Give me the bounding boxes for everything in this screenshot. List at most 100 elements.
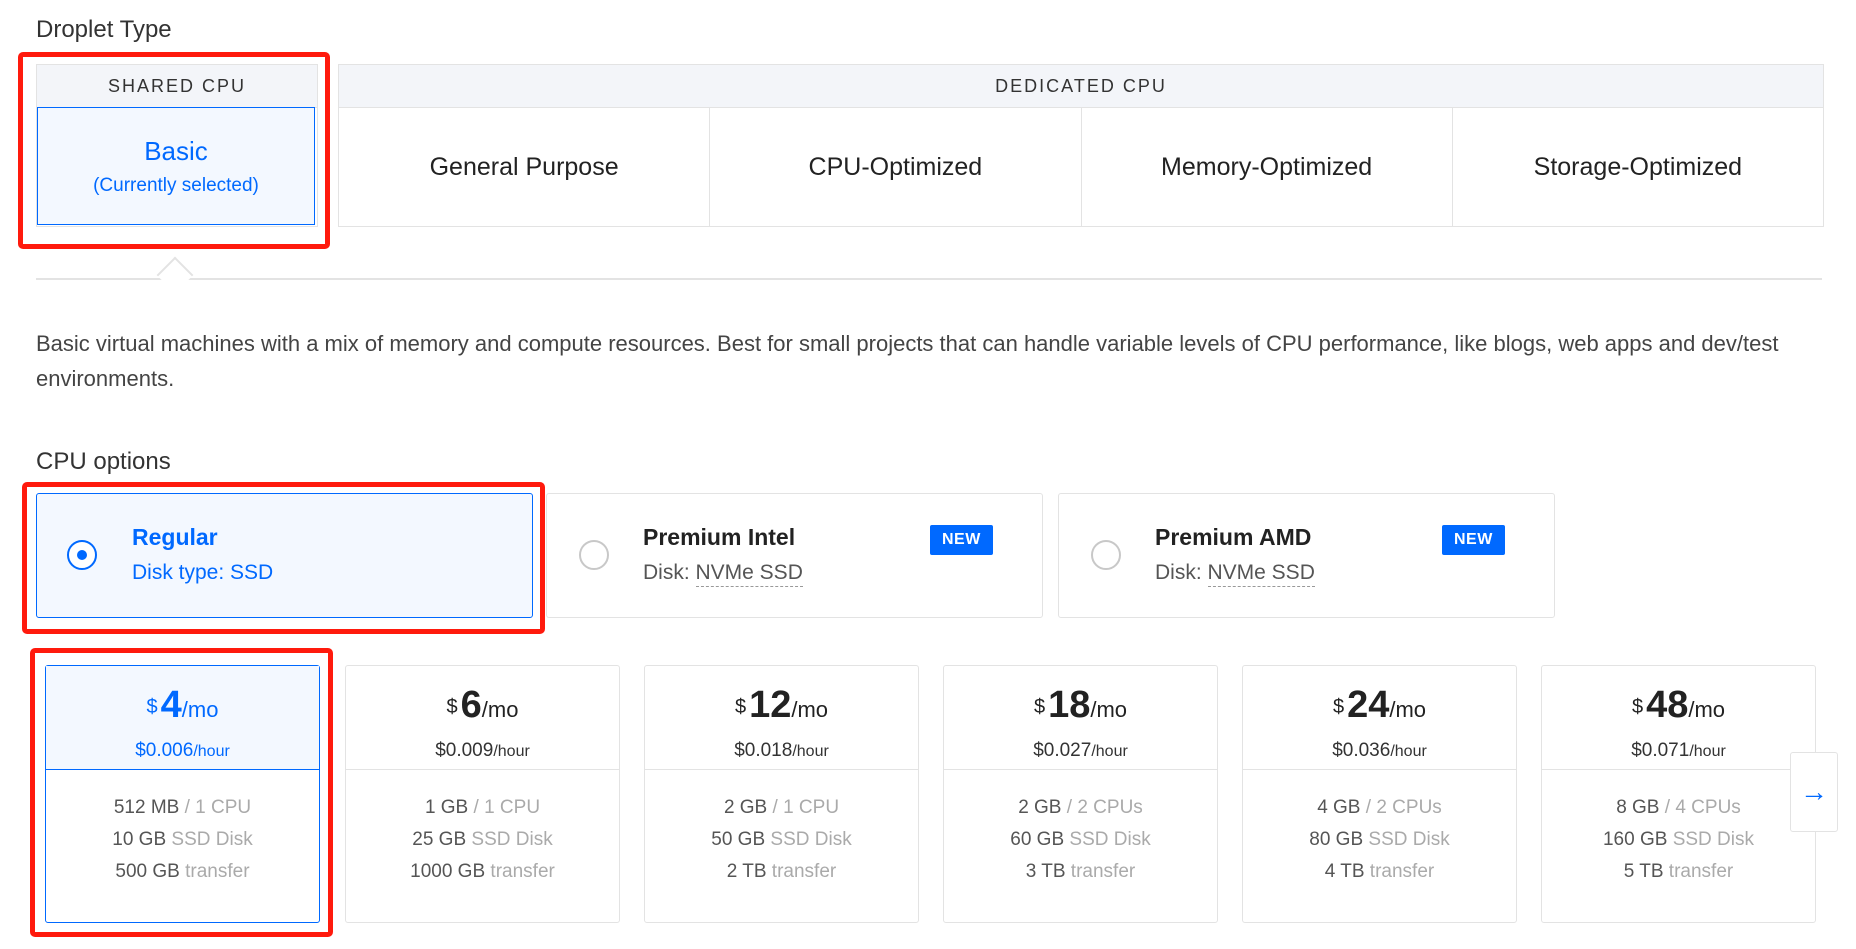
plan-disk: 80 GB SSD Disk [1309,829,1450,850]
plan-disk: 25 GB SSD Disk [412,829,553,850]
arrow-right-icon: → [1800,776,1828,807]
plan-disk: 60 GB SSD Disk [1010,829,1151,850]
cpu-optimized-option[interactable]: CPU-Optimized [710,108,1082,227]
plan-specs: 8 GB / 4 CPUs 160 GB SSD Disk 5 TB trans… [1542,770,1815,888]
radio-unselected-icon[interactable] [1091,540,1121,570]
cpu-option-premium-intel[interactable]: Premium Intel Disk: NVMe SSD NEW [546,493,1043,618]
plan-memory-cpu: 8 GB / 4 CPUs [1616,797,1741,818]
price-period: /mo [1688,697,1726,722]
plan-card-24[interactable]: $24/mo $0.036/hour 4 GB / 2 CPUs 80 GB S… [1242,665,1517,923]
price-period: /mo [1389,697,1427,722]
radio-selected-icon[interactable] [67,540,97,570]
plan-memory-cpu: 512 MB / 1 CPU [113,797,252,818]
currency-symbol: $ [1332,696,1345,718]
currency-symbol: $ [1631,696,1644,718]
plan-price-area: $24/mo $0.036/hour [1243,666,1516,770]
dedicated-cpu-heading: DEDICATED CPU [339,65,1823,108]
price-amount: 18 [1048,684,1091,726]
hourly-price: $0.006/hour [46,740,319,762]
droplet-type-label: Droplet Type [36,16,172,43]
price-amount: 24 [1347,684,1390,726]
price-amount: 6 [460,684,482,726]
plan-price-area: $6/mo $0.009/hour [346,666,619,770]
monthly-price: $18/mo [944,686,1217,732]
hourly-amount: $0.071 [1631,740,1690,761]
cpu-option-premium-amd[interactable]: Premium AMD Disk: NVMe SSD NEW [1058,493,1555,618]
disk-type[interactable]: NVMe SSD [695,561,803,587]
plan-specs: 512 MB / 1 CPU 10 GB SSD Disk 500 GB tra… [46,770,319,888]
basic-selected-note: (Currently selected) [93,174,259,196]
cpu-option-disk: Disk: NVMe SSD [1155,561,1315,587]
plan-card-18[interactable]: $18/mo $0.027/hour 2 GB / 2 CPUs 60 GB S… [943,665,1218,923]
memory-optimized-option[interactable]: Memory-Optimized [1082,108,1453,227]
monthly-price: $4/mo [46,686,319,732]
hourly-price: $0.018/hour [645,740,918,762]
next-plans-button[interactable]: → [1790,752,1838,832]
hourly-price: $0.027/hour [944,740,1217,762]
disk-type: SSD [230,561,274,584]
hourly-unit: /hour [1091,743,1128,760]
price-period: /mo [181,697,219,722]
hourly-amount: $0.009 [435,740,494,761]
plan-card-48[interactable]: $48/mo $0.071/hour 8 GB / 4 CPUs 160 GB … [1541,665,1816,923]
monthly-price: $48/mo [1542,686,1815,732]
disk-type[interactable]: NVMe SSD [1207,561,1315,587]
basic-droplet-option[interactable]: Basic (Currently selected) [37,107,315,225]
shared-cpu-heading: SHARED CPU [37,65,317,108]
cpu-options-label: CPU options [36,448,171,475]
plan-transfer: 1000 GB transfer [410,861,555,882]
plan-price-area: $12/mo $0.018/hour [645,666,918,770]
price-amount: 48 [1646,684,1689,726]
hourly-unit: /hour [493,743,530,760]
plan-card-6[interactable]: $6/mo $0.009/hour 1 GB / 1 CPU 25 GB SSD… [345,665,620,923]
price-period: /mo [791,697,829,722]
plan-transfer: 5 TB transfer [1623,861,1734,882]
hourly-price: $0.036/hour [1243,740,1516,762]
dedicated-cpu-group: DEDICATED CPU General Purpose CPU-Optimi… [338,64,1824,227]
plan-disk: 10 GB SSD Disk [112,829,253,850]
monthly-price: $12/mo [645,686,918,732]
hourly-price: $0.009/hour [346,740,619,762]
plan-memory-cpu: 4 GB / 2 CPUs [1317,797,1442,818]
basic-title: Basic [144,135,208,166]
disk-prefix: Disk: [643,561,696,584]
cpu-option-disk: Disk type: SSD [132,561,273,585]
plan-card-4[interactable]: $4/mo $0.006/hour 512 MB / 1 CPU 10 GB S… [45,665,320,923]
hourly-unit: /hour [792,743,829,760]
selection-pointer [156,256,194,294]
plan-price-area: $18/mo $0.027/hour [944,666,1217,770]
hourly-unit: /hour [1689,743,1726,760]
selection-divider [36,278,1822,280]
plan-transfer: 4 TB transfer [1324,861,1435,882]
plan-disk: 50 GB SSD Disk [711,829,852,850]
currency-symbol: $ [146,696,158,718]
plan-disk: 160 GB SSD Disk [1602,829,1754,850]
general-purpose-option[interactable]: General Purpose [339,108,711,227]
plan-price-area: $48/mo $0.071/hour [1542,666,1815,770]
new-badge: NEW [930,525,993,555]
hourly-amount: $0.018 [734,740,793,761]
currency-symbol: $ [734,696,747,718]
plan-memory-cpu: 1 GB / 1 CPU [424,797,541,818]
hourly-amount: $0.027 [1033,740,1092,761]
plan-specs: 2 GB / 2 CPUs 60 GB SSD Disk 3 TB transf… [944,770,1217,888]
hourly-amount: $0.036 [1332,740,1391,761]
radio-unselected-icon[interactable] [579,540,609,570]
new-badge: NEW [1442,525,1505,555]
price-period: /mo [481,697,519,722]
price-period: /mo [1090,697,1128,722]
plan-memory-cpu: 2 GB / 2 CPUs [1018,797,1143,818]
plan-specs: 1 GB / 1 CPU 25 GB SSD Disk 1000 GB tran… [346,770,619,888]
currency-symbol: $ [446,696,458,718]
price-amount: 12 [749,684,792,726]
hourly-price: $0.071/hour [1542,740,1815,762]
cpu-option-regular[interactable]: Regular Disk type: SSD [36,493,533,618]
cpu-option-title: Premium Intel [643,524,796,550]
storage-optimized-option[interactable]: Storage-Optimized [1453,108,1823,227]
disk-prefix: Disk type: [132,561,231,584]
plan-card-12[interactable]: $12/mo $0.018/hour 2 GB / 1 CPU 50 GB SS… [644,665,919,923]
plan-transfer: 3 TB transfer [1025,861,1136,882]
plan-price-area: $4/mo $0.006/hour [46,666,319,770]
hourly-unit: /hour [193,743,230,760]
droplet-description: Basic virtual machines with a mix of mem… [36,331,1779,391]
